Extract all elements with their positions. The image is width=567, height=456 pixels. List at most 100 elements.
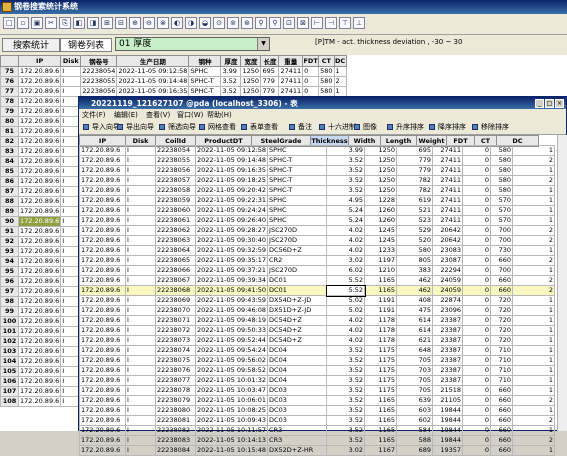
cell-productdt[interactable]: 2022-11-05 09:43:59 [194, 295, 269, 306]
cell-ct[interactable]: 720 [490, 325, 514, 336]
cell-weight[interactable]: 27411 [432, 175, 464, 186]
cell-productdt[interactable]: 2022-11-05 09:52:44 [194, 335, 269, 346]
column-header[interactable]: DC [333, 55, 347, 67]
cell-steelgrade[interactable]: CR2 [267, 255, 328, 266]
cell-fdt[interactable]: 0 [462, 265, 492, 276]
table-row[interactable]: 172.20.89.6 I 22238055 2022-11-05 09:14:48 S… [79, 155, 556, 166]
cell-dc[interactable]: 2 [512, 225, 556, 236]
cell-width[interactable]: 1175 [364, 385, 398, 396]
cell-ip[interactable]: 172.20.89.6 [17, 86, 62, 97]
cell-steelgrade[interactable]: SPHC-T [267, 155, 328, 166]
cell-ip[interactable]: 172.20.89.6 [17, 186, 62, 197]
cell-disk[interactable]: I [60, 76, 82, 87]
cell-ip[interactable]: 172.20.89.6 [79, 255, 126, 266]
cell-disk[interactable]: I [125, 285, 156, 296]
menu-item[interactable]: 窗口(W) [177, 110, 203, 120]
toolbar-tool-icon[interactable]: ⊙ [213, 17, 225, 29]
cell-width[interactable]: 1250 [364, 175, 398, 186]
cell-ip[interactable]: 172.20.89.6 [79, 185, 126, 196]
cell-weight[interactable]: 27411 [432, 205, 464, 216]
cell-ip[interactable]: 172.20.89.6 [79, 415, 126, 426]
cell-ct[interactable]: 580 [318, 66, 335, 77]
cell-productdt[interactable]: 2022-11-05 09:12:58 [194, 145, 269, 156]
cell-thickness[interactable]: 3.52 [326, 415, 366, 426]
cell-l[interactable]: 779 [260, 76, 280, 87]
cell-thickness[interactable]: 3.52 [326, 385, 366, 396]
toolbar-tool-icon[interactable]: ⊤ [339, 17, 351, 29]
cell-steelgrade[interactable]: DC03 [267, 385, 328, 396]
cell-disk[interactable]: I [125, 385, 156, 396]
row-number[interactable]: 84 [0, 156, 19, 167]
cell-productdt[interactable]: 2022-11-05 09:35:17 [194, 255, 269, 266]
table-row[interactable]: 172.20.89.6 I 22238059 2022-11-05 09:22:31 S… [79, 195, 556, 206]
cell-fdt[interactable]: 0 [302, 76, 320, 87]
cell-coilid[interactable]: 22238076 [155, 365, 196, 376]
cell-ip[interactable]: 172.20.89.6 [79, 435, 126, 446]
cell-width[interactable]: 1165 [364, 275, 398, 286]
cell-weight[interactable]: 27411 [432, 155, 464, 166]
cell-thickness[interactable]: 4.02 [326, 245, 366, 256]
cell-th[interactable]: 3.99 [220, 66, 242, 77]
cell-ip[interactable]: 172.20.89.6 [17, 126, 62, 137]
cell-weight[interactable]: 20642 [432, 235, 464, 246]
row-number[interactable]: 103 [0, 346, 19, 357]
cell-coilid[interactable]: 22238069 [155, 295, 196, 306]
cell-dc[interactable]: 1 [512, 295, 556, 306]
cell-productdt[interactable]: 2022-11-05 10:15:48 [194, 445, 269, 456]
cell-ip[interactable]: 172.20.89.6 [79, 285, 126, 296]
cell-date[interactable]: 2022-11-05 09:14:48 [116, 76, 190, 87]
cell-weight[interactable]: 27411 [432, 215, 464, 226]
table-row[interactable]: 172.20.89.6 I 22238071 2022-11-05 09:48:19 D… [79, 315, 556, 326]
cell-dc[interactable]: 1 [512, 375, 556, 386]
cell-ip[interactable]: 172.20.89.6 [79, 165, 126, 176]
cell-weight[interactable]: 23387 [432, 375, 464, 386]
cell-length[interactable]: 782 [396, 185, 434, 196]
cell-steelgrade[interactable]: SPHC [267, 215, 328, 226]
row-number[interactable]: 93 [0, 246, 19, 257]
cell-width[interactable]: 1165 [364, 415, 398, 426]
cell-ip[interactable]: 172.20.89.6 [17, 166, 62, 177]
cell-fdt[interactable]: 0 [462, 245, 492, 256]
cell-thickness[interactable]: 4.02 [326, 225, 366, 236]
cell-width[interactable]: 1260 [364, 205, 398, 216]
cell-productdt[interactable]: 2022-11-05 09:30:40 [194, 235, 269, 246]
cell-ip[interactable]: 172.20.89.6 [17, 376, 62, 387]
cell-fdt[interactable]: 0 [462, 335, 492, 346]
cell-thickness[interactable]: 5.52 [325, 284, 366, 297]
cell-ct[interactable]: 710 [490, 345, 514, 356]
cell-productdt[interactable]: 2022-11-05 10:03:47 [194, 385, 269, 396]
cell-fdt[interactable]: 0 [462, 375, 492, 386]
table-row[interactable]: 172.20.89.6 I 22238075 2022-11-05 09:56:02 D… [79, 355, 556, 366]
cell-steelgrade[interactable]: DC04 [267, 365, 328, 376]
toolbar-2[interactable]: 筛选向导 [159, 122, 196, 132]
cell-disk[interactable]: I [125, 245, 156, 256]
table-row[interactable]: 172.20.89.6 I 22238077 2022-11-05 10:01:32 D… [79, 375, 556, 386]
cell-disk[interactable]: I [125, 195, 156, 206]
table-row[interactable]: 172.20.89.6 I 22238083 2022-11-05 10:14:13 C… [79, 435, 556, 446]
table-row[interactable]: 172.20.89.6 I 22238076 2022-11-05 09:58:52 D… [79, 365, 556, 376]
cell-coilid[interactable]: 22238070 [155, 305, 196, 316]
cell-thickness[interactable]: 3.52 [326, 365, 366, 376]
column-header[interactable]: Disk [60, 55, 82, 67]
cell-coilid[interactable]: 22238065 [155, 255, 196, 266]
column-header[interactable]: 钢卷号 [80, 55, 118, 67]
row-number[interactable]: 78 [0, 96, 19, 107]
table-row[interactable]: 172.20.89.6 I 22238062 2022-11-05 09:28:27 J… [79, 225, 556, 236]
cell-steelgrade[interactable]: DC54D+Z [267, 335, 328, 346]
cell-wt[interactable]: 27411 [278, 86, 304, 97]
table-row[interactable]: 172.20.89.6 I 22238066 2022-11-05 09:37:21 J… [79, 265, 556, 276]
cell-length[interactable]: 705 [396, 385, 434, 396]
cell-ip[interactable]: 172.20.89.6 [17, 316, 62, 327]
cell-ct[interactable]: 580 [318, 86, 335, 97]
row-number[interactable]: 94 [0, 256, 19, 267]
cell-dc[interactable]: 1 [512, 405, 556, 416]
row-number[interactable]: 95 [0, 266, 19, 277]
cell-coilid[interactable]: 22238064 [155, 245, 196, 256]
cell-dc[interactable]: 1 [512, 305, 556, 316]
cell-dc[interactable]: 1 [512, 345, 556, 356]
toolbar-3[interactable]: 网格查看 [199, 122, 236, 132]
cell-ct[interactable]: 720 [490, 335, 514, 346]
cell-steelgrade[interactable]: JSC270D [267, 225, 328, 236]
cell-productdt[interactable]: 2022-11-05 09:32:59 [194, 245, 269, 256]
row-number[interactable]: 80 [0, 116, 19, 127]
